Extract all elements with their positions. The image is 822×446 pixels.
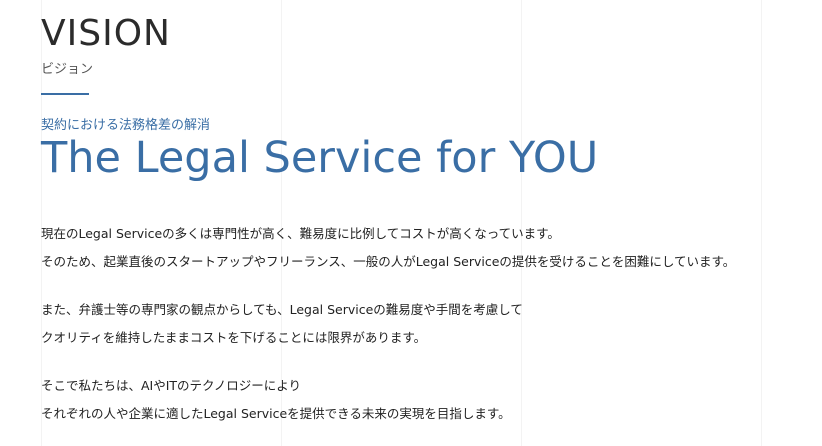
body-paragraph: また、弁護士等の専門家の観点からしても、Legal Serviceの難易度や手間… — [41, 296, 822, 352]
section-heading: VISION — [41, 13, 171, 54]
paragraph-line: また、弁護士等の専門家の観点からしても、Legal Serviceの難易度や手間… — [41, 302, 523, 317]
paragraph-line: それぞれの人や企業に適したLegal Serviceを提供できる未来の実現を目指… — [41, 406, 511, 421]
paragraph-line: クオリティを維持したままコストを下げることには限界があります。 — [41, 330, 427, 345]
paragraph-line: そのため、起業直後のスタートアップやフリーランス、一般の人がLegal Serv… — [41, 254, 736, 269]
paragraph-line: そこで私たちは、AIやITのテクノロジーにより — [41, 378, 302, 393]
body-paragraph: そこで私たちは、AIやITのテクノロジーにより それぞれの人や企業に適したLeg… — [41, 372, 822, 428]
headline: The Legal Service for YOU — [41, 133, 599, 183]
heading-divider — [41, 93, 89, 95]
section-subheading: ビジョン — [41, 62, 94, 77]
paragraph-line: 現在のLegal Serviceの多くは専門性が高く、難易度に比例してコストが高… — [41, 226, 560, 241]
body-paragraph: 現在のLegal Serviceの多くは専門性が高く、難易度に比例してコストが高… — [41, 220, 822, 276]
